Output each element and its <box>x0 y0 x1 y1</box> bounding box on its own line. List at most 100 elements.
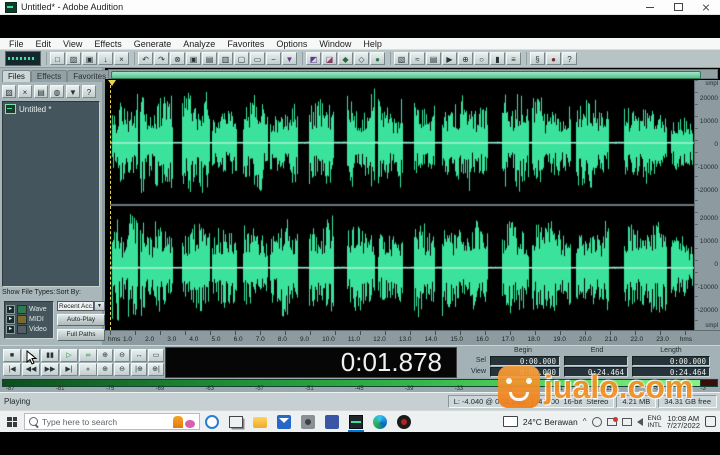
menu-item[interactable]: Favorites <box>221 39 270 49</box>
overview-scrollbar-thumb[interactable] <box>111 71 701 79</box>
touch-keyboard-icon[interactable] <box>502 416 518 427</box>
spectral-view-button[interactable]: ▧ <box>394 52 409 65</box>
wave-checkbox[interactable]: ▸ <box>6 304 15 314</box>
menu-item[interactable]: Analyze <box>177 39 221 49</box>
zoom-right-edge-button[interactable]: ⊕| <box>148 363 164 376</box>
add-marker-button[interactable]: ▼ <box>282 52 297 65</box>
zoom-to-selection-button[interactable]: ▭ <box>148 349 164 362</box>
chevron-down-icon[interactable]: ▼ <box>94 301 105 311</box>
camera-app-button[interactable] <box>296 411 320 432</box>
full-paths-button[interactable]: Full Paths <box>57 329 105 341</box>
import-file-button[interactable]: ▨ <box>2 85 16 98</box>
network-globe-icon[interactable] <box>591 416 602 427</box>
file-list[interactable]: Untitled * <box>2 101 100 287</box>
crop-button[interactable]: ▢ <box>234 52 249 65</box>
redo-button[interactable]: ↷ <box>154 52 169 65</box>
zoom-in-vertical-button[interactable]: ⊕ <box>97 363 113 376</box>
undo-button[interactable]: ↶ <box>138 52 153 65</box>
sel-begin-field[interactable]: 0:00.000 <box>490 356 560 366</box>
copy-button[interactable]: ▣ <box>186 52 201 65</box>
menu-item[interactable]: Edit <box>30 39 58 49</box>
maximize-button[interactable] <box>664 0 692 14</box>
file-type-video[interactable]: ▸ Video <box>6 324 52 334</box>
menu-item[interactable]: Options <box>270 39 313 49</box>
scripts-button[interactable]: § <box>530 52 545 65</box>
frequency-analysis-button[interactable]: ◆ <box>338 52 353 65</box>
recorder-app-button[interactable] <box>392 411 416 432</box>
save-file-button[interactable]: ▣ <box>82 52 97 65</box>
delete-selection-button[interactable]: − <box>266 52 281 65</box>
close-file-button[interactable]: × <box>114 52 129 65</box>
chat-app-button[interactable] <box>320 411 344 432</box>
file-type-wave[interactable]: ▸ Wave <box>6 304 52 314</box>
play-list-button[interactable]: ◪ <box>322 52 337 65</box>
help-button[interactable]: ? <box>562 52 577 65</box>
overview-scrollbar-track[interactable] <box>108 69 718 79</box>
cd-project-button[interactable]: ● <box>370 52 385 65</box>
pause-button[interactable]: ▮▮ <box>41 349 59 362</box>
menu-item[interactable]: View <box>57 39 88 49</box>
video-checkbox[interactable]: ▸ <box>6 324 15 334</box>
levels-toggle-button[interactable]: ▮ <box>490 52 505 65</box>
mix-paste-button[interactable]: ▥ <box>218 52 233 65</box>
go-to-end-button[interactable]: ▶| <box>60 363 78 376</box>
insert-cd-button[interactable]: ◍ <box>50 85 64 98</box>
file-explorer-button[interactable] <box>248 411 272 432</box>
tab-effects[interactable]: Effects <box>30 70 68 82</box>
sel-end-field[interactable] <box>564 356 628 366</box>
trim-button[interactable]: ▭ <box>250 52 265 65</box>
task-view-button[interactable] <box>224 411 248 432</box>
cue-list-button[interactable]: ◩ <box>306 52 321 65</box>
auto-play-button[interactable]: Auto-Play <box>57 314 105 326</box>
record-button[interactable]: ● <box>79 363 97 376</box>
time-display[interactable]: 0:01.878 <box>165 347 457 378</box>
cut-button[interactable]: ⊗ <box>170 52 185 65</box>
sort-by-dropdown[interactable]: Recent Acc... ▼ <box>57 301 105 311</box>
menu-item[interactable]: Effects <box>88 39 127 49</box>
zoom-out-vertical-button[interactable]: ⊖ <box>114 363 130 376</box>
menu-item[interactable]: Window <box>313 39 357 49</box>
file-list-item[interactable]: Untitled * <box>5 104 97 114</box>
go-to-beginning-button[interactable]: |◀ <box>3 363 21 376</box>
weather-widget[interactable]: 24°C Berawan <box>523 417 578 427</box>
organizer-toggle-button[interactable]: ▤ <box>426 52 441 65</box>
menu-item[interactable]: File <box>3 39 30 49</box>
tray-expand-chevron[interactable]: ^ <box>583 417 587 426</box>
close-file-button[interactable]: × <box>18 85 32 98</box>
playback-cursor[interactable] <box>110 80 111 330</box>
monitor-record-level-button[interactable]: ● <box>546 52 561 65</box>
phase-analysis-button[interactable]: ◇ <box>354 52 369 65</box>
stop-button[interactable]: ■ <box>3 349 21 362</box>
waveform-display[interactable] <box>110 80 694 330</box>
new-file-button[interactable]: □ <box>50 52 65 65</box>
time-window-toggle-button[interactable]: ○ <box>474 52 489 65</box>
transport-toggle-button[interactable]: ▶ <box>442 52 457 65</box>
minimize-button[interactable] <box>636 0 664 14</box>
insert-multitrack-button[interactable]: ▤ <box>34 85 48 98</box>
mail-app-button[interactable] <box>272 411 296 432</box>
speaker-icon[interactable] <box>636 417 643 426</box>
import-file-button[interactable]: ↓ <box>98 52 113 65</box>
zoom-toggle-button[interactable]: ⊕ <box>458 52 473 65</box>
fast-forward-button[interactable]: ▶▶ <box>41 363 59 376</box>
notification-center-icon[interactable] <box>705 416 716 427</box>
zoom-out-horizontal-button[interactable]: ⊖ <box>114 349 130 362</box>
cortana-button[interactable] <box>200 411 224 432</box>
language-indicator[interactable]: ENG INTL <box>648 415 662 429</box>
clock[interactable]: 10:08 AM 7/27/2022 <box>667 414 700 429</box>
zoom-in-horizontal-button[interactable]: ⊕ <box>97 349 113 362</box>
waveform-view-button[interactable]: ≈ <box>410 52 425 65</box>
file-type-midi[interactable]: ▸ MIDI <box>6 314 52 324</box>
taskbar-search-input[interactable]: Type here to search <box>24 413 200 430</box>
menu-item[interactable]: Help <box>357 39 388 49</box>
security-alert-icon[interactable] <box>606 416 618 426</box>
audition-taskbar-button[interactable] <box>344 411 368 432</box>
options-button[interactable]: ▼ <box>66 85 80 98</box>
play-from-cursor-button[interactable]: ▷ <box>60 349 78 362</box>
sel-length-field[interactable]: 0:00.000 <box>632 356 710 366</box>
edit-view-toggle-button[interactable] <box>5 51 41 66</box>
start-button[interactable] <box>0 411 24 432</box>
loop-button[interactable]: ∞ <box>79 349 97 362</box>
advanced-options-button[interactable]: ? <box>82 85 96 98</box>
close-button[interactable] <box>692 0 720 14</box>
